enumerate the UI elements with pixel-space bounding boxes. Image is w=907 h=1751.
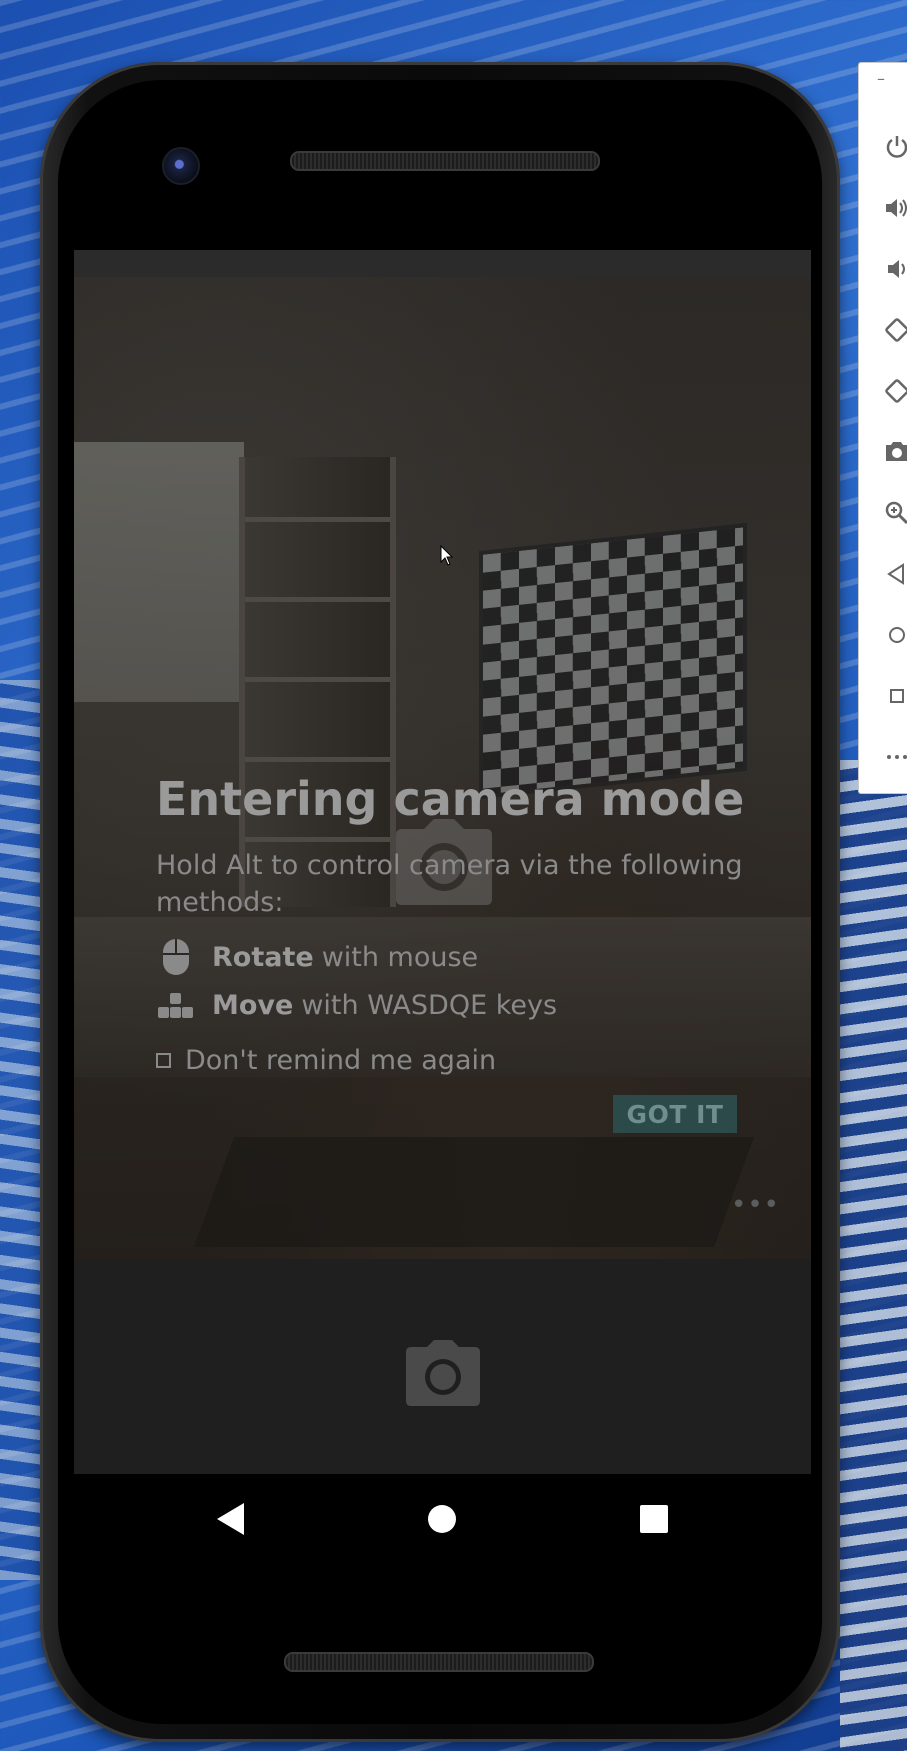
home-icon[interactable]	[883, 621, 907, 649]
method-move-text: with WASDQE keys	[301, 989, 558, 1021]
method-rotate-label: Rotate	[212, 941, 314, 973]
zoom-icon[interactable]	[883, 499, 907, 527]
overview-icon[interactable]	[883, 682, 907, 710]
power-icon[interactable]	[883, 133, 907, 161]
keys-icon	[158, 993, 193, 1018]
method-move: Move with WASDQE keys	[156, 985, 557, 1025]
back-icon[interactable]	[883, 560, 907, 588]
camera-mode-dialog: Entering camera mode Hold Alt to control…	[74, 277, 811, 1259]
mouse-icon	[163, 939, 189, 975]
got-it-button[interactable]: GOT IT	[613, 1095, 737, 1133]
remind-label: Don't remind me again	[185, 1045, 497, 1076]
emulator-toolbar: –	[858, 62, 907, 794]
method-rotate: Rotate with mouse	[156, 937, 478, 977]
front-camera-lens	[162, 147, 200, 185]
rotate-left-icon[interactable]	[883, 316, 907, 344]
minimize-icon[interactable]: –	[877, 71, 885, 87]
nav-recents-icon[interactable]	[640, 1505, 668, 1533]
device-screen[interactable]: ••• Entering camera mode Hold Alt to con…	[74, 250, 811, 1474]
method-rotate-text: with mouse	[321, 941, 479, 973]
method-move-label: Move	[212, 989, 294, 1021]
nav-back-icon[interactable]	[214, 1501, 248, 1537]
camera-viewfinder[interactable]: ••• Entering camera mode Hold Alt to con…	[74, 277, 811, 1259]
desktop-wallpaper-right	[840, 760, 907, 1751]
bottom-speaker-grille	[284, 1652, 594, 1672]
nav-home-icon[interactable]	[428, 1505, 456, 1533]
rotate-right-icon[interactable]	[883, 377, 907, 405]
screenshot-icon[interactable]	[883, 438, 907, 466]
volume-up-icon[interactable]	[883, 194, 907, 222]
status-bar	[74, 250, 811, 277]
volume-down-icon[interactable]	[883, 255, 907, 283]
more-icon[interactable]	[883, 743, 907, 771]
dialog-description: Hold Alt to control camera via the follo…	[156, 850, 743, 918]
remind-option[interactable]: Don't remind me again	[156, 1045, 496, 1076]
shutter-camera-icon[interactable]	[405, 1339, 481, 1407]
camera-controls-bar	[74, 1259, 811, 1474]
mouse-pointer-icon	[440, 545, 454, 566]
remind-checkbox[interactable]	[156, 1053, 171, 1068]
android-navigation-bar	[74, 1474, 811, 1564]
top-speaker-grille	[290, 151, 600, 171]
dialog-title: Entering camera mode	[156, 772, 745, 826]
